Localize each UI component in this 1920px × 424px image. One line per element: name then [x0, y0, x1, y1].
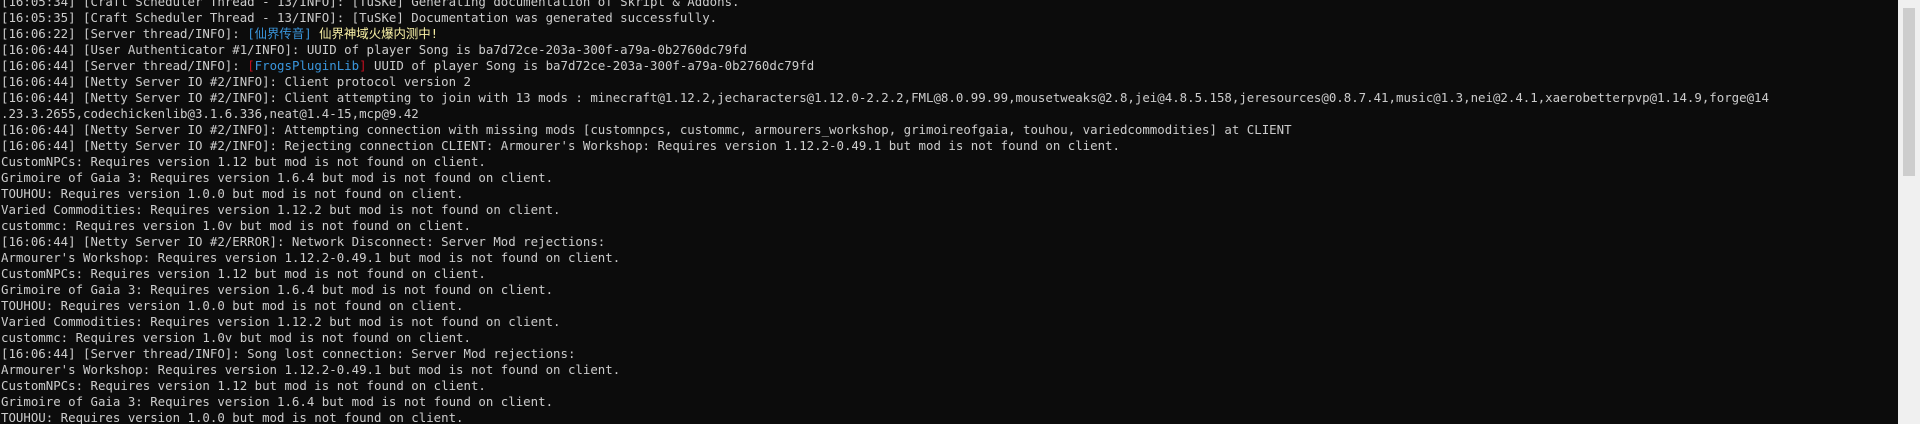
log-line: TOUHOU: Requires version 1.0.0 but mod i… [1, 186, 464, 201]
plugin-tag-close: ] [359, 58, 367, 73]
log-line: [16:05:35] [Craft Scheduler Thread - 13/… [1, 10, 718, 25]
log-line: [16:06:44] [Netty Server IO #2/INFO]: At… [1, 122, 1292, 137]
log-line: Varied Commodities: Requires version 1.1… [1, 202, 561, 217]
log-line: [16:06:44] [User Authenticator #1/INFO]:… [1, 42, 747, 57]
log-line: [16:06:44] [Netty Server IO #2/INFO]: Cl… [1, 74, 471, 89]
log-line: CustomNPCs: Requires version 1.12 but mo… [1, 378, 486, 393]
log-line: [16:06:44] [Netty Server IO #2/INFO]: Cl… [1, 90, 1769, 105]
log-line: [16:06:44] [Netty Server IO #2/INFO]: Re… [1, 138, 1120, 153]
log-line: TOUHOU: Requires version 1.0.0 but mod i… [1, 298, 464, 313]
log-line: CustomNPCs: Requires version 1.12 but mo… [1, 154, 486, 169]
log-line: TOUHOU: Requires version 1.0.0 but mod i… [1, 410, 464, 424]
log-line: Armourer's Workshop: Requires version 1.… [1, 250, 621, 265]
log-line: Varied Commodities: Requires version 1.1… [1, 314, 561, 329]
log-prefix: [16:06:44] [Server thread/INFO]: [1, 58, 248, 73]
log-line: [16:06:44] [Server thread/INFO]: Song lo… [1, 346, 576, 361]
plugin-tag-open: [ [247, 58, 255, 73]
log-prefix: [16:06:22] [Server thread/INFO]: [1, 26, 248, 41]
log-line: [16:06:44] [Netty Server IO #2/ERROR]: N… [1, 234, 606, 249]
broadcast-tag: [仙界传音] [247, 26, 312, 41]
scrollbar-thumb[interactable] [1903, 8, 1915, 176]
log-line: Armourer's Workshop: Requires version 1.… [1, 362, 621, 377]
log-line: Grimoire of Gaia 3: Requires version 1.6… [1, 394, 554, 409]
console-window: [16:05:34] [Craft Scheduler Thread - 13/… [0, 0, 1920, 424]
log-line: [16:05:34] [Craft Scheduler Thread - 13/… [1, 0, 740, 9]
plugin-tag-name: FrogsPluginLib [254, 58, 360, 73]
log-line: Grimoire of Gaia 3: Requires version 1.6… [1, 170, 554, 185]
log-line: [16:06:44] [Server thread/INFO]: [FrogsP… [1, 58, 1897, 74]
log-message: UUID of player Song is ba7d72ce-203a-300… [366, 58, 815, 73]
console-log: [16:05:34] [Craft Scheduler Thread - 13/… [1, 0, 1897, 424]
broadcast-message: 仙界神域火爆内测中! [311, 26, 439, 41]
vertical-scrollbar[interactable] [1898, 0, 1920, 424]
log-line: custommc: Requires version 1.0v but mod … [1, 218, 471, 233]
log-line: .23.3.2655,codechickenlib@3.1.6.336,neat… [1, 106, 419, 121]
log-line: [16:06:22] [Server thread/INFO]: [仙界传音] … [1, 26, 1897, 42]
log-line: Grimoire of Gaia 3: Requires version 1.6… [1, 282, 554, 297]
log-line: custommc: Requires version 1.0v but mod … [1, 330, 471, 345]
log-line: CustomNPCs: Requires version 1.12 but mo… [1, 266, 486, 281]
